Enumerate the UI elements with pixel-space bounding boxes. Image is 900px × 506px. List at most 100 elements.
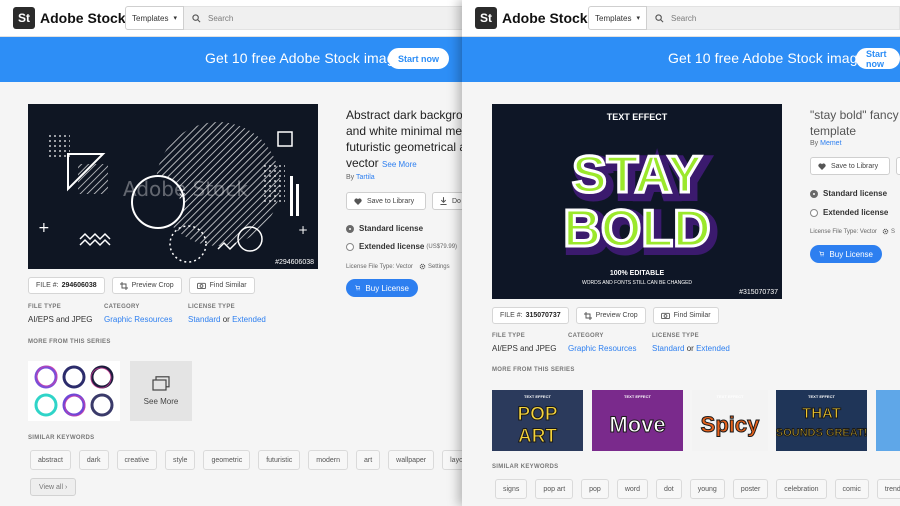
st-logo-mark: St [475,7,497,29]
keyword-chip[interactable]: futuristic [258,450,301,470]
extended-license-option[interactable]: Extended license (US$79.99) [346,242,457,251]
adobe-stock-logo[interactable]: St Adobe Stock [13,7,126,29]
extended-license-link[interactable]: Extended [232,315,266,324]
templates-dropdown[interactable]: Templates ▾ [125,6,184,30]
keyword-list: signs pop art pop word dot young poster … [495,479,900,499]
svg-text:+: + [38,220,50,236]
preview-crop-label: Preview Crop [131,282,174,289]
crop-icon [119,281,128,290]
series-thumbnail[interactable]: TEXT EFFECT Move [592,390,683,451]
buy-license-button[interactable]: Buy License [810,245,882,263]
preview-editable-sub: WORDS AND FONTS STILL CAN BE CHANGED [582,280,692,286]
category-link[interactable]: Graphic Resources [568,344,636,353]
settings-label: Settings [427,263,450,270]
byline-prefix: By [346,174,355,181]
keyword-chip[interactable]: celebration [776,479,827,499]
find-similar-button[interactable]: Find Similar [652,307,719,324]
keyword-chip[interactable]: pop art [535,479,574,499]
keyword-chip[interactable]: creative [116,450,158,470]
see-more-link[interactable]: See More [382,160,417,169]
extended-license-option[interactable]: Extended license [810,208,888,217]
similar-keywords-label: SIMILAR KEYWORDS [28,435,95,441]
thumbnail-artwork: TEXT EFFECT Move [609,394,666,438]
standard-license-label: Standard license [359,224,424,233]
settings-link[interactable]: S [882,228,895,235]
logo-text: Adobe Stock [40,10,126,26]
keyword-chip[interactable]: style [165,450,196,470]
adobe-stock-logo[interactable]: St Adobe Stock [475,7,588,29]
standard-license-option[interactable]: Standard license [346,224,423,233]
save-to-library-button[interactable]: Save to Library [346,192,426,210]
standard-license-link[interactable]: Standard [188,315,220,324]
save-to-library-button[interactable]: Save to Library [810,157,890,175]
promo-banner: Get 10 free Adobe Stock images. Start no… [0,37,470,82]
asset-title: "stay bold" fancy p template [810,107,900,139]
start-now-button[interactable]: Start now [856,48,900,69]
keyword-chip[interactable]: wallpaper [388,450,435,470]
extended-license-link[interactable]: Extended [696,344,730,353]
keyword-chip[interactable]: pop [581,479,609,499]
view-all-button[interactable]: View all › [30,478,77,496]
extended-license-label: Extended license [359,242,425,251]
download-button[interactable] [896,157,900,175]
keyword-chip[interactable]: signs [495,479,528,499]
preview-file-id: #315070737 [739,289,778,296]
asset-preview-image[interactable]: + + × Adobe Stock #294606038 [28,104,318,269]
thumbnail-word-2: ART [518,426,557,447]
thumbnail-artwork: TEXT EFFECT POPART [517,394,558,448]
preview-crop-button[interactable]: Preview Crop [575,307,646,324]
chevron-down-icon: ▾ [173,15,177,22]
author-link[interactable]: Memet [820,140,841,147]
series-thumbnail[interactable]: TEXT EFFECT Spicy [692,390,768,451]
file-actions-row: FILE #: 294606038 Preview Crop Find Simil… [28,277,255,294]
keyword-chip[interactable]: geometric [203,450,251,470]
search-input[interactable]: Search [184,6,470,30]
top-bar: St Adobe Stock Templates ▾ Search [462,0,900,37]
keyword-chip[interactable]: young [689,479,725,499]
keyword-chip[interactable]: word [616,479,649,499]
start-now-button[interactable]: Start now [388,48,450,69]
st-logo-mark: St [13,7,35,29]
asset-preview-image[interactable]: TEXT EFFECT STAY STAY BOLD BOLD 100% EDI… [492,104,782,299]
settings-link[interactable]: Settings [419,263,450,270]
more-from-series-label: MORE FROM THIS SERIES [492,367,575,373]
standard-license-link[interactable]: Standard [652,344,684,353]
series-thumbnail[interactable] [28,361,120,421]
series-thumbnail[interactable]: TEXT EFFECT POP ART [492,390,583,451]
keyword-chip[interactable]: art [355,450,381,470]
settings-label: S [890,228,895,235]
keyword-chip[interactable]: poster [732,479,769,499]
see-more-tile[interactable]: See More [130,361,192,421]
keyword-chip[interactable]: trendy [876,479,900,499]
keyword-chip[interactable]: dark [78,450,109,470]
templates-label: Templates [132,13,169,23]
search-placeholder: Search [671,13,697,23]
glitch-circles-thumbnail [34,365,114,417]
author-link[interactable]: Tartila [356,174,375,181]
logo-text: Adobe Stock [502,10,588,26]
templates-dropdown[interactable]: Templates ▾ [588,6,647,30]
keyword-chip[interactable]: modern [308,450,348,470]
preview-crop-button[interactable]: Preview Crop [111,277,182,294]
keyword-chip[interactable]: comic [834,479,869,499]
radio-unselected-icon [810,208,818,217]
save-to-library-label: Save to Library [367,197,415,205]
find-similar-button[interactable]: Find Similar [188,277,255,294]
keyword-chip[interactable]: abstract [30,450,71,470]
category-value-wrap: Graphic Resources [104,315,172,324]
thumbnail-word-2: SOUNDS GREAT! [776,427,867,439]
buy-license-button[interactable]: Buy License [346,279,418,297]
thumbnail-word-1: Move [609,412,665,437]
license-file-type: License File Type: Vector [810,228,877,235]
license-or: or [686,344,694,353]
series-thumbnail[interactable]: TEXT EFFECT THAT SOUNDS GREAT! [776,390,867,451]
heart-icon [354,198,362,205]
category-link[interactable]: Graphic Resources [104,315,172,324]
search-input[interactable]: Search [647,6,900,30]
cart-icon [355,285,361,291]
keyword-chip[interactable]: dot [656,479,682,499]
standard-license-option[interactable]: Standard license [810,189,887,198]
series-thumbnail-partial[interactable] [876,390,900,451]
buy-license-label: Buy License [365,283,409,293]
preview-top-text: TEXT EFFECT [607,112,668,122]
